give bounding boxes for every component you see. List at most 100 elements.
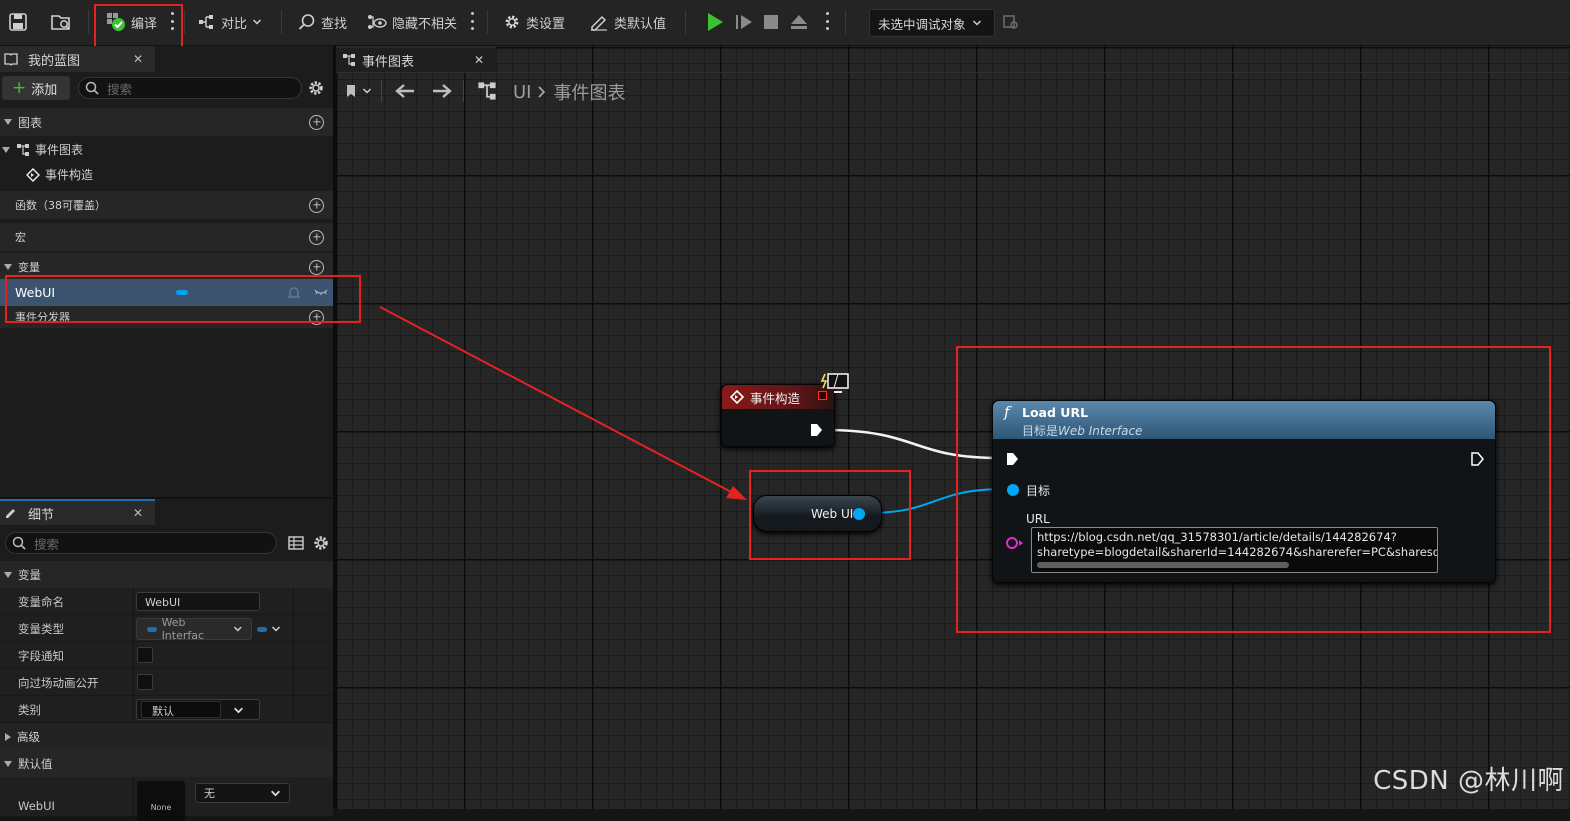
- add-function-icon[interactable]: [309, 197, 324, 213]
- diff-label: 对比: [221, 16, 248, 32]
- details-section-variable[interactable]: 变量: [0, 561, 333, 588]
- details-title: 细节: [28, 507, 55, 523]
- find-label: 查找: [321, 16, 348, 32]
- tree-item-event-construct[interactable]: 事件构造: [0, 161, 333, 188]
- category-combo[interactable]: 默认: [136, 699, 260, 720]
- close-icon[interactable]: ✕: [133, 52, 143, 66]
- details-section-label: 变量: [18, 567, 41, 582]
- settings-gear-icon[interactable]: [312, 534, 330, 552]
- chevron-down-icon: [972, 20, 981, 26]
- search-icon: [12, 536, 26, 550]
- debug-target-dropdown[interactable]: 未选中调试对象: [869, 9, 995, 37]
- collapse-arrow-icon: [4, 760, 12, 767]
- section-functions-label: 函数（38可覆盖）: [15, 199, 106, 212]
- client-only-icon: [820, 373, 849, 393]
- event-node-title: 事件构造: [750, 390, 801, 406]
- debug-search-icon: [1003, 15, 1018, 29]
- chevron-right-icon: [538, 86, 546, 98]
- tree-item-label: 事件图表: [35, 143, 84, 157]
- chevron-down-icon: [234, 626, 243, 632]
- detail-label: 变量类型: [18, 622, 64, 636]
- container-type-dropdown[interactable]: [257, 624, 281, 634]
- blueprint-search-input[interactable]: 搜索: [78, 77, 302, 99]
- close-icon[interactable]: ✕: [133, 506, 143, 520]
- browse-button[interactable]: [50, 8, 72, 36]
- hide-unrelated-options-button[interactable]: [470, 12, 474, 30]
- diff-button[interactable]: 对比: [198, 8, 262, 36]
- exec-output-pin[interactable]: [809, 423, 823, 437]
- var-name-value: WebUI: [145, 596, 181, 609]
- detail-row-field-notify: 字段通知: [0, 642, 333, 669]
- search-icon: [85, 81, 99, 95]
- close-icon[interactable]: ✕: [474, 53, 484, 67]
- step-button[interactable]: [734, 8, 754, 36]
- collapse-arrow-icon: [4, 264, 12, 270]
- back-arrow-icon[interactable]: [394, 82, 416, 100]
- var-name-field[interactable]: WebUI: [136, 592, 260, 611]
- section-macros[interactable]: 宏: [0, 223, 333, 251]
- section-graphs[interactable]: 图表: [0, 108, 333, 136]
- single-container-pill: [257, 626, 267, 632]
- default-value-dropdown[interactable]: 无: [195, 783, 290, 803]
- annotation-function-node: [956, 346, 1551, 633]
- class-settings-label: 类设置: [526, 16, 566, 32]
- asset-thumbnail-label: None: [150, 803, 172, 812]
- bookmark-dropdown[interactable]: [345, 84, 372, 98]
- chevron-down-icon: [234, 707, 243, 714]
- save-button[interactable]: [8, 8, 28, 36]
- collapse-arrow-icon: [4, 119, 12, 125]
- chevron-down-icon: [252, 19, 262, 25]
- field-notify-checkbox[interactable]: [137, 647, 153, 663]
- debug-search-button[interactable]: [1002, 8, 1020, 36]
- breadcrumb-root[interactable]: UI: [513, 82, 531, 103]
- section-functions[interactable]: 函数（38可覆盖）: [0, 191, 333, 219]
- my-blueprint-tab[interactable]: 我的蓝图 ✕: [0, 46, 155, 72]
- tree-item-label: 事件构造: [45, 168, 94, 182]
- category-value: 默认: [141, 701, 221, 718]
- eject-button[interactable]: [789, 8, 809, 36]
- details-section-label: 高级: [17, 729, 40, 744]
- my-blueprint-toolbar: + 添加 搜索: [0, 72, 333, 102]
- diff-icon: [199, 15, 213, 29]
- class-defaults-button[interactable]: 类默认值: [589, 8, 666, 36]
- expose-cinematics-checkbox[interactable]: [137, 674, 153, 690]
- details-search-input[interactable]: 搜索: [5, 532, 277, 554]
- add-button[interactable]: + 添加: [2, 76, 70, 100]
- graph-tab-title: 事件图表: [362, 54, 415, 70]
- default-value: 无: [204, 787, 215, 800]
- bookmark-icon: [347, 85, 355, 97]
- add-variable-icon[interactable]: [309, 259, 324, 275]
- var-type-dropdown[interactable]: Web Interfac: [136, 616, 252, 642]
- tree-item-event-graph[interactable]: 事件图表: [0, 136, 333, 163]
- details-tab[interactable]: 细节 ✕: [0, 499, 155, 525]
- add-graph-icon[interactable]: [309, 114, 324, 130]
- annotation-variable: [5, 275, 361, 323]
- settings-gear-icon[interactable]: [307, 79, 325, 97]
- graph-icon: [478, 82, 496, 100]
- hide-unrelated-button[interactable]: 隐藏不相关: [367, 8, 457, 36]
- table-view-icon[interactable]: [288, 535, 304, 551]
- details-section-advanced[interactable]: 高级: [0, 723, 333, 750]
- add-icon: +: [12, 77, 27, 98]
- play-button[interactable]: [704, 8, 726, 36]
- left-panel: 我的蓝图 ✕ + 添加 搜索 图表 事件图表 事件构造 函数（38可覆盖） 宏 …: [0, 46, 333, 821]
- event-diamond-icon: [26, 167, 40, 182]
- collapse-arrow-icon: [2, 146, 10, 153]
- detail-row-category: 类别 默认: [0, 696, 333, 723]
- find-button[interactable]: 查找: [298, 8, 347, 36]
- stop-button[interactable]: [762, 8, 780, 36]
- forward-arrow-icon[interactable]: [431, 82, 453, 100]
- object-type-pill: [147, 626, 157, 632]
- pencil-icon: [6, 509, 15, 518]
- book-icon: [4, 53, 18, 66]
- add-macro-icon[interactable]: [309, 229, 324, 245]
- details-section-default[interactable]: 默认值: [0, 750, 333, 777]
- play-options-button[interactable]: [825, 12, 829, 30]
- step-icon: [736, 15, 752, 29]
- asset-thumbnail[interactable]: None: [137, 781, 185, 821]
- section-variables-label: 变量: [18, 261, 40, 274]
- save-icon: [9, 13, 27, 31]
- graph-tab-event-graph[interactable]: 事件图表 ✕: [336, 46, 496, 72]
- search-icon: [298, 14, 315, 30]
- class-settings-button[interactable]: 类设置: [503, 8, 565, 36]
